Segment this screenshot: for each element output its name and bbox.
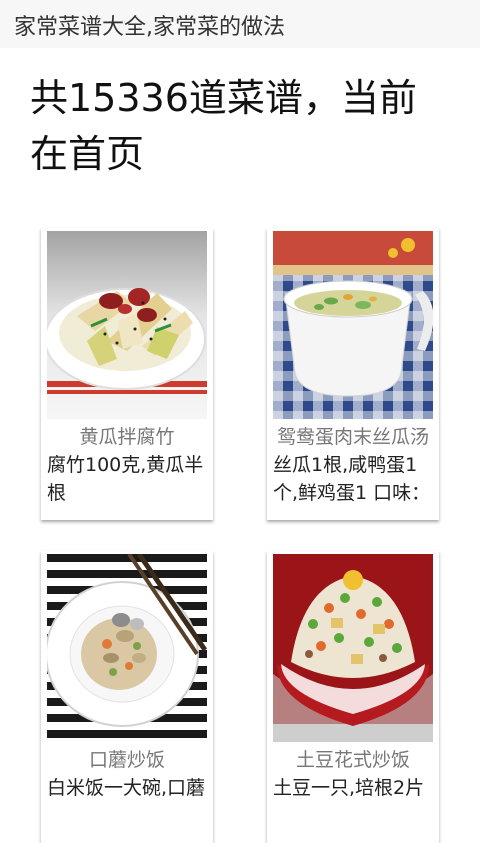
recipe-image-potato-fried-rice[interactable] bbox=[273, 554, 433, 742]
recipe-name[interactable]: 鸳鸯蛋肉末丝瓜汤 bbox=[267, 423, 439, 451]
recipe-card-cucumber-tofu-skin[interactable]: 黄瓜拌腐竹 腐竹100克,黄瓜半根 bbox=[41, 228, 213, 520]
recipe-description: 土豆一只,培根2片 bbox=[273, 777, 425, 799]
app-title-bar: 家常菜谱大全,家常菜的做法 bbox=[0, 0, 480, 48]
recipe-name[interactable]: 口蘑炒饭 bbox=[41, 746, 213, 774]
recipe-card-loofah-egg-soup[interactable]: 鸳鸯蛋肉末丝瓜汤 丝瓜1根,咸鸭蛋1个,鲜鸡蛋1 口味：香 bbox=[267, 228, 439, 520]
recipe-name[interactable]: 黄瓜拌腐竹 bbox=[41, 423, 213, 451]
recipe-image-mushroom-fried-rice[interactable] bbox=[47, 554, 207, 742]
recipe-image-loofah-egg-soup[interactable] bbox=[273, 231, 433, 419]
app-title: 家常菜谱大全,家常菜的做法 bbox=[14, 15, 285, 40]
page-heading: 共15336道菜谱，当前在首页 bbox=[30, 76, 417, 176]
recipe-card-potato-fried-rice[interactable]: 土豆花式炒饭 土豆一只,培根2片 bbox=[267, 551, 439, 843]
recipe-card-mushroom-fried-rice[interactable]: 口蘑炒饭 白米饭一大碗,口蘑 bbox=[41, 551, 213, 843]
recipe-description: 白米饭一大碗,口蘑 bbox=[47, 777, 206, 799]
recipe-description: 丝瓜1根,咸鸭蛋1个,鲜鸡蛋1 口味：香 bbox=[273, 454, 431, 511]
recipe-description: 腐竹100克,黄瓜半根 bbox=[47, 454, 204, 504]
recipe-name[interactable]: 土豆花式炒饭 bbox=[267, 746, 439, 774]
recipe-image-cucumber-tofu-skin[interactable] bbox=[47, 231, 207, 419]
